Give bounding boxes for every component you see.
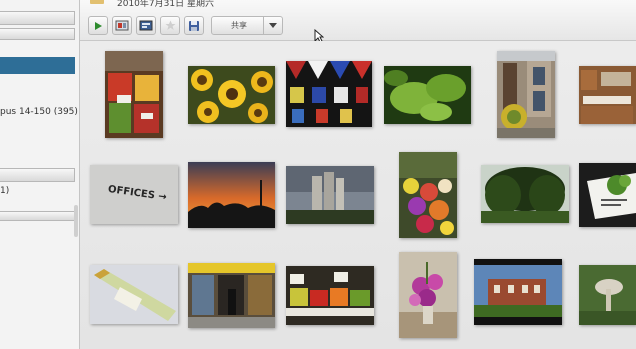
photo-sunflowers[interactable] bbox=[188, 66, 275, 124]
photo-apartment-block[interactable] bbox=[286, 166, 374, 224]
slideshow-icon bbox=[115, 20, 129, 31]
sidebar-scrollbar[interactable] bbox=[74, 205, 78, 237]
photo-stained-glass[interactable] bbox=[286, 61, 372, 127]
chevron-down-icon[interactable] bbox=[263, 17, 282, 34]
photo-flower-stall[interactable] bbox=[399, 152, 457, 238]
photo-brick-house[interactable] bbox=[474, 259, 562, 325]
sidebar-album-label[interactable]: pus 14-150 (395) bbox=[0, 107, 78, 117]
share-label: 共享 bbox=[231, 21, 247, 30]
star-icon bbox=[165, 20, 175, 30]
photo-kitchen[interactable] bbox=[579, 66, 636, 124]
photo-wine-bottle[interactable] bbox=[90, 265, 178, 324]
sidebar-section-header[interactable] bbox=[0, 211, 75, 221]
photo-green-card[interactable] bbox=[579, 163, 636, 227]
photo-info-icon bbox=[139, 20, 153, 31]
share-dropdown[interactable]: 共享 bbox=[211, 16, 283, 35]
photo-pink-flowers[interactable] bbox=[399, 252, 457, 338]
photo-offices-sign[interactable]: OFFICES → bbox=[90, 165, 178, 224]
play-icon bbox=[95, 21, 102, 30]
photo-vegetable-market[interactable] bbox=[286, 266, 374, 325]
sidebar-selected-item[interactable] bbox=[0, 57, 75, 74]
sidebar: pus 14-150 (395) 1) bbox=[0, 0, 80, 349]
toolbar: 2010年7月31日 星期六 共享 bbox=[80, 0, 636, 43]
photo-info-button[interactable] bbox=[136, 16, 156, 35]
star-button[interactable] bbox=[160, 16, 180, 35]
photo-market-fruit[interactable] bbox=[105, 51, 163, 138]
photo-house-flowers[interactable] bbox=[497, 51, 555, 138]
sidebar-section-header[interactable] bbox=[0, 11, 75, 25]
photo-willow-tree[interactable] bbox=[481, 165, 569, 223]
photo-mushroom[interactable] bbox=[579, 265, 636, 325]
photo-sunset[interactable] bbox=[188, 162, 275, 228]
sidebar-count-label[interactable]: 1) bbox=[0, 186, 9, 196]
photo-green-leaves[interactable] bbox=[384, 66, 471, 124]
sidebar-section-header[interactable] bbox=[0, 168, 75, 182]
sidebar-section-header[interactable] bbox=[0, 28, 75, 40]
save-icon bbox=[189, 20, 199, 31]
photo-grid: OFFICES → bbox=[80, 41, 636, 349]
photo-shop-front[interactable] bbox=[188, 263, 275, 328]
play-button[interactable] bbox=[88, 16, 108, 35]
folder-icon bbox=[90, 0, 104, 4]
folder-date: 2010年7月31日 星期六 bbox=[117, 0, 214, 9]
save-button[interactable] bbox=[184, 16, 204, 35]
slideshow-button[interactable] bbox=[112, 16, 132, 35]
